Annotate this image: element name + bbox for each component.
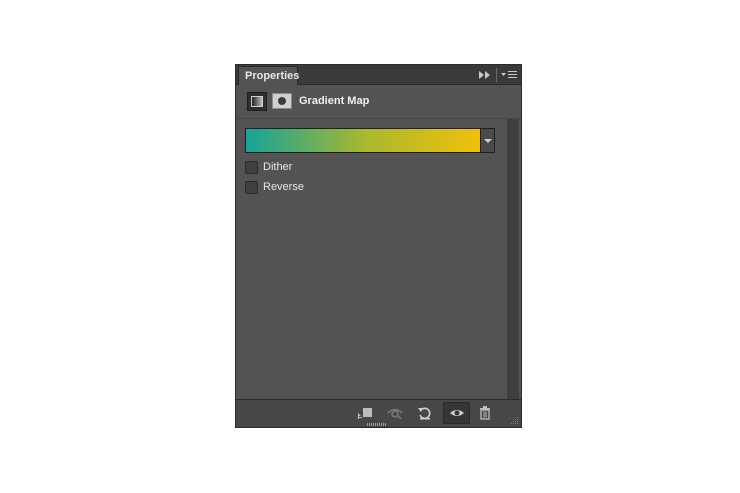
reverse-label: Reverse [263, 181, 304, 193]
adjustment-title: Gradient Map [299, 95, 370, 107]
vertical-scrollbar[interactable] [507, 119, 519, 401]
reset-icon[interactable] [417, 405, 433, 421]
visibility-toggle[interactable] [443, 402, 470, 424]
gradient-map-adjustment-icon[interactable] [247, 92, 267, 111]
adjustment-header: Gradient Map [236, 85, 521, 119]
dither-option[interactable]: Dither [245, 161, 365, 175]
view-previous-state-icon[interactable] [387, 405, 403, 421]
chevron-down-icon [484, 139, 492, 143]
trash-icon[interactable] [477, 405, 493, 421]
mask-dot [278, 97, 286, 105]
reverse-option[interactable]: Reverse [245, 181, 365, 195]
gradient-swatch-icon [251, 96, 263, 107]
resize-grip-icon[interactable] [509, 415, 519, 425]
collapse-panel-icon[interactable] [478, 69, 492, 81]
layer-mask-icon[interactable] [272, 93, 292, 109]
gradient-preview-bar[interactable] [245, 128, 490, 153]
panel-tab-bar: Properties [236, 65, 521, 85]
dither-label: Dither [263, 161, 293, 173]
reverse-checkbox[interactable] [245, 181, 258, 194]
eye-icon [450, 410, 464, 416]
gradient-picker-dropdown[interactable] [480, 128, 495, 153]
properties-panel: Properties Gradient Map Dither Reverse [235, 64, 522, 428]
clip-to-layer-icon[interactable] [357, 405, 373, 421]
tabbar-divider [496, 68, 497, 82]
properties-content: Dither Reverse [236, 119, 506, 401]
tab-properties[interactable]: Properties [238, 66, 299, 85]
dither-checkbox[interactable] [245, 161, 258, 174]
panel-resize-handle[interactable] [367, 423, 387, 426]
panel-menu-icon[interactable] [501, 69, 517, 81]
